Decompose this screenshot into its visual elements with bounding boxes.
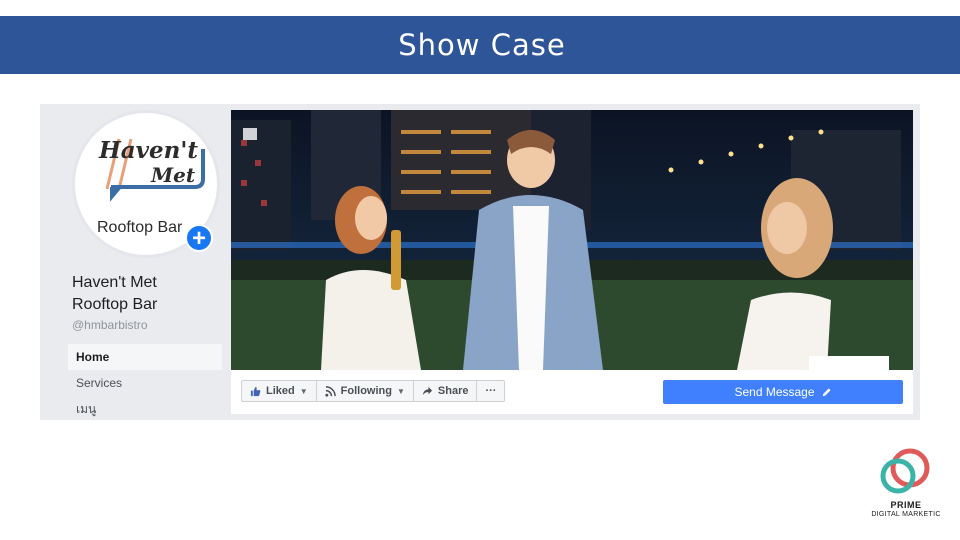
following-button[interactable]: Following ▼ [316,380,414,402]
more-options-button[interactable]: ··· [477,380,506,402]
page-action-bar: Liked ▼ Following ▼ Share ··· [241,380,506,402]
page-name-line2: Rooftop Bar [72,296,158,313]
send-message-button[interactable]: Send Message [663,380,903,404]
chevron-down-icon: ▼ [299,386,308,396]
slide-title: Show Case [398,28,566,62]
share-button[interactable]: Share [413,380,478,402]
share-arrow-icon [422,386,432,395]
send-message-label: Send Message [734,385,815,399]
cover-overlay-tag [809,356,889,370]
thumbs-up-icon [250,386,261,396]
facebook-page-screenshot: Haven't Met Rooftop Bar + Haven't Met Ro… [40,104,920,420]
share-label: Share [437,385,469,397]
logo-text-rooftop-bar: Rooftop Bar [97,219,183,236]
nav-item-home[interactable]: Home [68,344,222,370]
cover-photo[interactable] [231,110,913,370]
brand-tagline: DIGITAL MARKETIC [871,511,941,518]
page-handle[interactable]: @hmbarbistro [72,318,148,332]
cover-scene-image [231,110,913,370]
page-nav: Home Services เมนู [68,344,222,422]
liked-button[interactable]: Liked ▼ [241,380,317,402]
liked-label: Liked [266,385,295,397]
title-banner: Show Case [0,16,960,74]
plus-icon[interactable]: + [185,224,213,252]
cover-card: Liked ▼ Following ▼ Share ··· Send Messa… [231,110,913,414]
page-name-line1: Haven't Met [72,274,157,291]
chevron-down-icon: ▼ [396,386,405,396]
rss-feed-icon [325,385,336,397]
nav-item-menu[interactable]: เมนู [68,396,222,422]
nav-item-services[interactable]: Services [68,370,222,396]
page-name[interactable]: Haven't Met Rooftop Bar [72,272,222,316]
page-sidebar: Haven't Met Rooftop Bar + Haven't Met Ro… [40,104,230,420]
logo-text-havent: Haven't [99,137,199,164]
logo-text-met: Met [151,163,196,187]
following-label: Following [340,385,392,397]
prime-brand-text: PRIME DIGITAL MARKETIC [850,500,960,519]
brand-name: PRIME [890,500,922,510]
pencil-icon [822,387,831,396]
more-dots-icon: ··· [485,385,497,397]
